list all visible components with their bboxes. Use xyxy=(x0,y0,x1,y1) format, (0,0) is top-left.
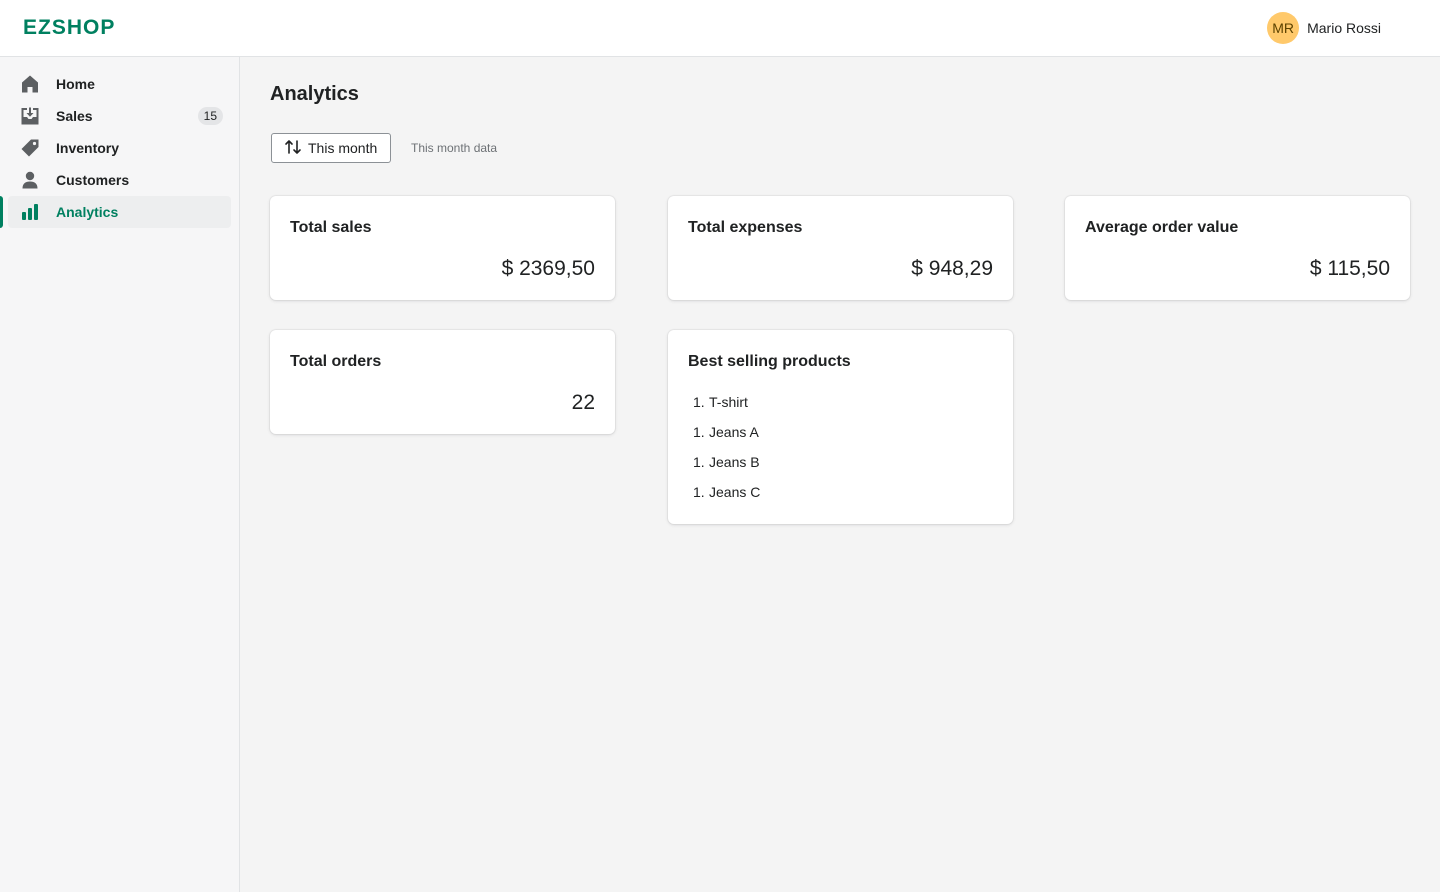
list-item: 1. Jeans A xyxy=(693,424,760,454)
sidebar-nav: Home Sales 15 Inventory Customers Analyt… xyxy=(0,57,239,228)
date-range-caption: This month data xyxy=(411,141,498,155)
bar-chart-icon xyxy=(20,202,40,222)
sidebar-item-inventory[interactable]: Inventory xyxy=(8,132,231,164)
sales-icon xyxy=(20,106,40,126)
card-value: $ 948,29 xyxy=(911,257,993,280)
app-logo[interactable]: EZSHOP xyxy=(23,16,115,40)
list-item-number: 1. xyxy=(693,394,705,410)
sort-arrows-icon xyxy=(284,138,302,159)
sales-count-badge: 15 xyxy=(197,107,223,125)
main-content: Analytics This month This month data Tot… xyxy=(240,57,1440,892)
sidebar-item-customers[interactable]: Customers xyxy=(8,164,231,196)
card-value: 22 xyxy=(571,391,595,414)
total-sales-card: Total sales $ 2369,50 xyxy=(270,196,615,300)
home-icon xyxy=(20,74,40,94)
avatar: MR xyxy=(1267,12,1300,44)
list-item: 1. T-shirt xyxy=(693,394,760,424)
list-item-number: 1. xyxy=(693,424,705,440)
card-title: Total sales xyxy=(290,219,372,236)
card-value: $ 2369,50 xyxy=(501,257,595,280)
list-item: 1. Jeans C xyxy=(693,484,760,514)
card-value: $ 115,50 xyxy=(1309,257,1390,280)
list-item-number: 1. xyxy=(693,484,705,500)
sidebar: Home Sales 15 Inventory Customers Analyt… xyxy=(0,57,240,892)
sidebar-item-analytics[interactable]: Analytics xyxy=(0,196,231,228)
sidebar-item-label: Sales xyxy=(56,108,93,124)
card-title: Total orders xyxy=(290,353,382,370)
page-title: Analytics xyxy=(270,83,359,105)
product-name: T-shirt xyxy=(709,394,748,410)
sidebar-item-label: Customers xyxy=(56,172,130,188)
sidebar-item-home[interactable]: Home xyxy=(8,68,231,100)
sidebar-item-label: Analytics xyxy=(56,204,119,220)
list-item: 1. Jeans B xyxy=(693,454,760,484)
card-title: Best selling products xyxy=(688,353,851,370)
tag-icon xyxy=(20,138,40,158)
user-menu[interactable]: MR Mario Rossi xyxy=(1267,12,1381,44)
total-orders-card: Total orders 22 xyxy=(270,330,615,434)
product-name: Jeans A xyxy=(709,424,759,440)
date-range-button[interactable]: This month xyxy=(271,133,392,163)
sidebar-item-label: Inventory xyxy=(56,140,120,156)
card-title: Average order value xyxy=(1085,219,1239,236)
best-selling-list: 1. T-shirt 1. Jeans A 1. Jeans B 1. Jean… xyxy=(693,394,760,514)
sidebar-item-label: Home xyxy=(56,76,95,92)
total-expenses-card: Total expenses $ 948,29 xyxy=(668,196,1013,300)
card-title: Total expenses xyxy=(688,219,803,236)
date-range-label: This month xyxy=(308,140,378,156)
list-item-number: 1. xyxy=(693,454,705,470)
user-name: Mario Rossi xyxy=(1307,20,1381,36)
person-icon xyxy=(20,170,40,190)
top-bar: EZSHOP MR Mario Rossi xyxy=(0,0,1440,57)
average-order-value-card: Average order value $ 115,50 xyxy=(1065,196,1410,300)
product-name: Jeans C xyxy=(709,484,761,500)
best-selling-products-card: Best selling products 1. T-shirt 1. Jean… xyxy=(668,330,1013,524)
sidebar-item-sales[interactable]: Sales 15 xyxy=(8,100,231,132)
product-name: Jeans B xyxy=(709,454,760,470)
